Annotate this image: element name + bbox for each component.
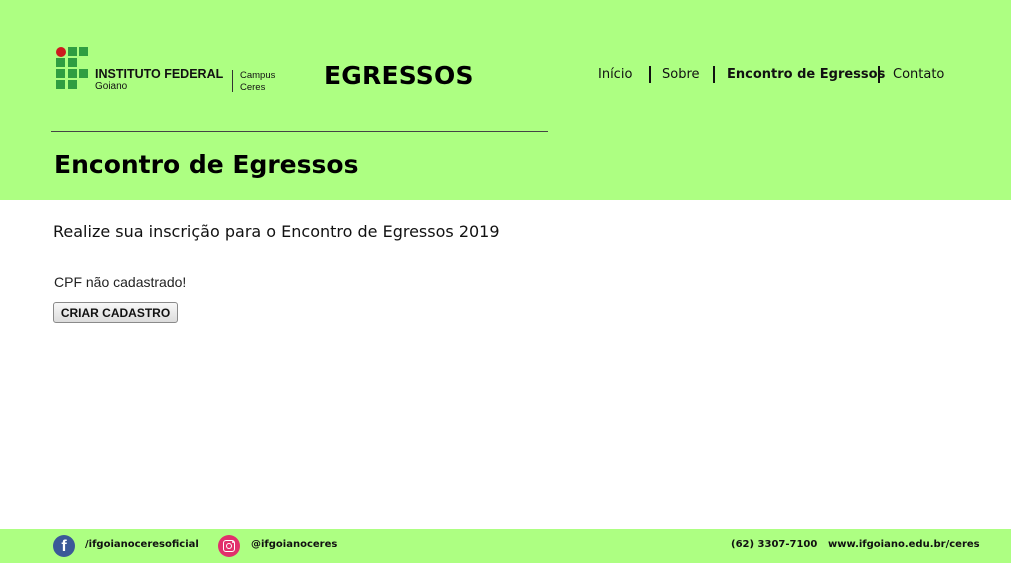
logo-separator — [232, 70, 233, 92]
logo-title: INSTITUTO FEDERAL — [95, 67, 224, 81]
intro-text: Realize sua inscrição para o Encontro de… — [53, 222, 500, 241]
website-link[interactable]: www.ifgoiano.edu.br/ceres — [828, 539, 980, 550]
footer: f /ifgoianoceresoficial @ifgoianoceres (… — [0, 529, 1011, 563]
page-title: Encontro de Egressos — [54, 150, 359, 179]
facebook-link[interactable]: /ifgoianoceresoficial — [85, 539, 199, 550]
brand-title: EGRESSOS — [324, 61, 474, 90]
instagram-link[interactable]: @ifgoianoceres — [251, 539, 337, 550]
logo-campus: Campus Ceres — [240, 70, 275, 94]
phone-number: (62) 3307-7100 — [731, 539, 818, 550]
header-divider — [51, 131, 548, 132]
nav-item-encontro[interactable]: Encontro de Egressos — [727, 67, 885, 82]
logo-campus-line1: Campus — [240, 70, 276, 81]
nav-item-inicio[interactable]: Início — [598, 67, 632, 82]
nav-separator — [713, 66, 715, 83]
main-nav: Início Sobre Encontro de Egressos Contat… — [597, 64, 957, 86]
logo-mark — [56, 47, 90, 91]
institute-logo[interactable]: INSTITUTO FEDERAL Goiano Campus Ceres — [56, 47, 286, 93]
nav-separator — [878, 66, 880, 83]
nav-separator — [649, 66, 651, 83]
nav-item-contato[interactable]: Contato — [893, 67, 944, 82]
nav-item-sobre[interactable]: Sobre — [662, 67, 700, 82]
logo-subtitle: Goiano — [95, 81, 128, 92]
header: INSTITUTO FEDERAL Goiano Campus Ceres EG… — [0, 0, 1011, 200]
logo-red-dot — [56, 47, 66, 57]
create-registration-button[interactable]: CRIAR CADASTRO — [53, 302, 178, 323]
facebook-icon[interactable]: f — [53, 535, 75, 557]
logo-campus-line2: Ceres — [240, 82, 266, 93]
instagram-icon[interactable] — [218, 535, 240, 557]
status-message: CPF não cadastrado! — [54, 274, 187, 290]
